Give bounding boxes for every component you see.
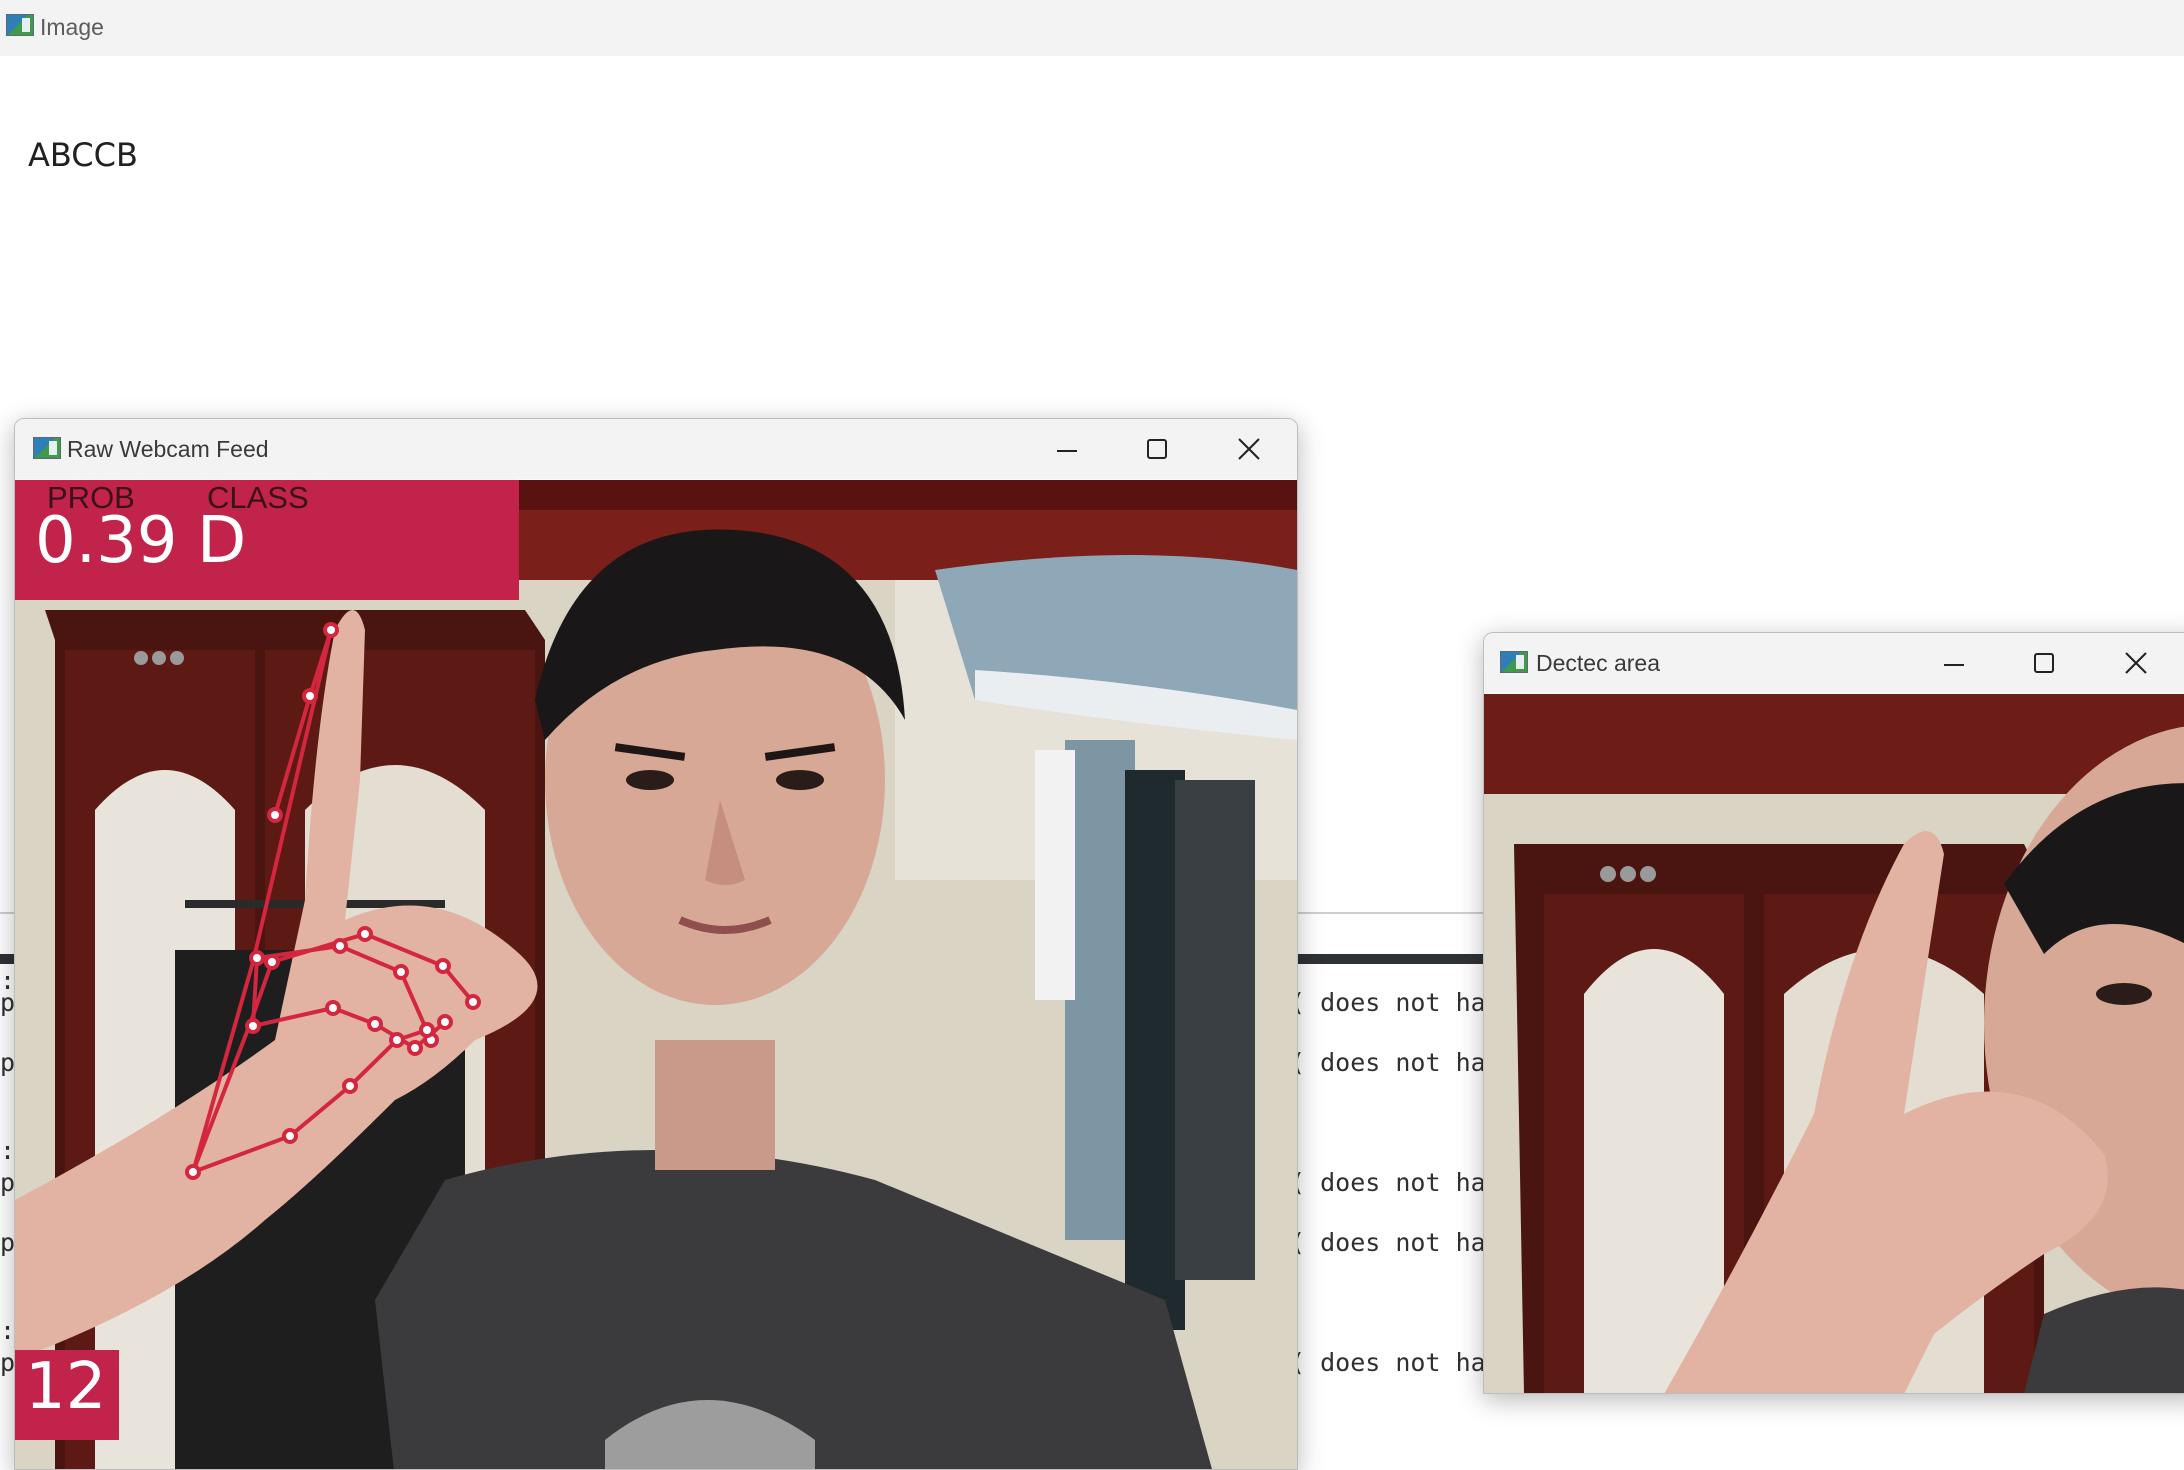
frame-counter-box: 12 (15, 1350, 119, 1440)
console-line-fragment: : (0, 1136, 16, 1165)
webcam-scene (15, 480, 1297, 1469)
main-window-titlebar[interactable]: Image (0, 0, 2184, 56)
opencv-window-icon (33, 437, 61, 459)
console-line-fragment: ( does not hav (1290, 1168, 1501, 1197)
console-line-fragment: p (0, 988, 16, 1017)
detect-scene (1484, 694, 2184, 1393)
console-line-fragment: p (0, 1228, 16, 1257)
webcam-window-title: Raw Webcam Feed (67, 436, 269, 462)
minimize-icon[interactable] (1047, 429, 1087, 469)
maximize-icon[interactable] (2024, 643, 2064, 683)
prediction-overlay-box: PROB CLASS 0.39 D (15, 480, 519, 600)
frame-counter: 12 (25, 1350, 107, 1424)
console-line-fragment: p (0, 1168, 16, 1197)
console-line-fragment: p (0, 1048, 16, 1077)
detect-area-window[interactable]: Dectec area (1483, 632, 2184, 1394)
console-line-fragment: p (0, 1348, 16, 1377)
console-line-fragment: ( does not hav (1290, 1348, 1501, 1377)
detect-window-title: Dectec area (1536, 650, 1661, 676)
close-icon[interactable] (2116, 643, 2156, 683)
console-line-fragment: ( does not hav (1290, 1228, 1501, 1257)
detect-window-titlebar[interactable]: Dectec area (1484, 633, 2184, 693)
class-value: D (197, 504, 247, 578)
webcam-window-titlebar[interactable]: Raw Webcam Feed (15, 419, 1297, 479)
main-window-title: Image (40, 14, 104, 40)
console-line-fragment: ( does not hav (1290, 1048, 1501, 1077)
console-line-fragment: : (0, 1316, 16, 1345)
console-line-fragment: ( does not hav (1290, 988, 1501, 1017)
maximize-icon[interactable] (1137, 429, 1177, 469)
close-icon[interactable] (1229, 429, 1269, 469)
webcam-video-frame: PROB CLASS 0.39 D 12 (15, 480, 1297, 1469)
prob-value: 0.39 (35, 504, 178, 578)
opencv-window-icon (1500, 651, 1528, 673)
raw-webcam-feed-window[interactable]: Raw Webcam Feed PROB CLASS 0.39 D 12 (14, 418, 1298, 1470)
detect-area-frame (1484, 694, 2184, 1393)
opencv-window-icon (6, 14, 34, 36)
recognized-text-output: ABCCB (28, 136, 138, 174)
minimize-icon[interactable] (1934, 643, 1974, 683)
